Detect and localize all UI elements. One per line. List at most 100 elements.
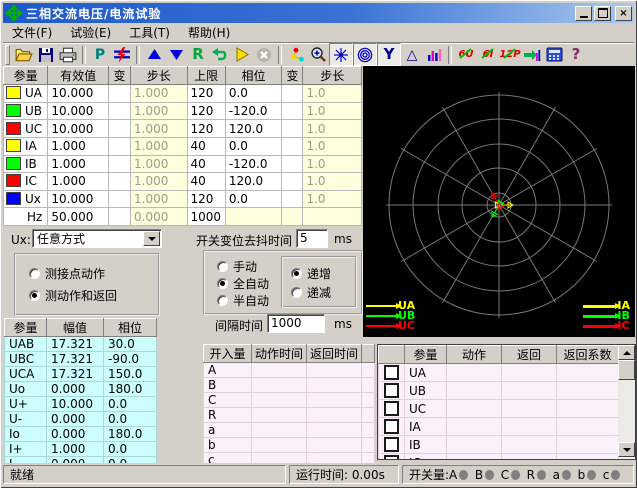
vector-diagram-button[interactable] (285, 44, 307, 65)
limit-cell[interactable]: 40 (187, 173, 225, 191)
edit-6u-button[interactable]: 6U (455, 44, 477, 65)
col-header[interactable]: 参量 (4, 67, 48, 85)
phase-cell[interactable]: -120.0 (225, 155, 281, 173)
col-header[interactable]: 步长 (303, 67, 362, 85)
checkbox[interactable] (384, 365, 399, 380)
col-header[interactable]: 上限 (187, 67, 225, 85)
phase-step-cell[interactable]: 1.0 (303, 102, 362, 120)
limit-cell[interactable]: 120 (187, 85, 225, 103)
step-cell[interactable]: 1.000 (131, 85, 187, 103)
col-header[interactable]: 动作时间 (252, 345, 307, 363)
col-header[interactable]: 返回 (502, 346, 557, 364)
checkbox[interactable] (384, 401, 399, 416)
menu-test[interactable]: 试验(E) (61, 22, 120, 43)
vary-cell[interactable] (282, 190, 303, 208)
rms-cell[interactable]: 1.000 (48, 137, 109, 155)
phase-step-cell[interactable]: 1.0 (303, 173, 362, 191)
vary-cell[interactable] (282, 173, 303, 191)
vary-cell[interactable] (108, 85, 130, 103)
export-output-button[interactable] (521, 44, 543, 65)
vary-cell[interactable] (282, 102, 303, 120)
radio-manual[interactable]: 手动 (217, 258, 257, 275)
phase-cell[interactable]: -120.0 (225, 102, 281, 120)
radio-increase[interactable]: 递增 (291, 265, 331, 282)
phase-cell[interactable]: 120.0 (225, 173, 281, 191)
vary-cell[interactable] (108, 102, 130, 120)
col-header[interactable]: 参量 (5, 319, 47, 337)
checkbox[interactable] (384, 419, 399, 434)
scroll-down-button[interactable] (618, 442, 635, 457)
checkbox[interactable] (384, 437, 399, 452)
rms-cell[interactable]: 10.000 (48, 120, 109, 138)
menu-help[interactable]: 帮助(H) (179, 22, 239, 43)
limit-cell[interactable]: 120 (187, 102, 225, 120)
step-cell[interactable]: 1.000 (131, 137, 187, 155)
vary-cell[interactable] (282, 120, 303, 138)
phase-step-cell[interactable]: 1.0 (303, 155, 362, 173)
rms-cell[interactable]: 1.000 (48, 155, 109, 173)
edit-6i-button[interactable]: 6I (477, 44, 499, 65)
radio-contact-action[interactable]: 测接点动作 (29, 265, 105, 282)
title-bar[interactable]: 三相交流电压/电流试验 × (3, 3, 634, 23)
pause-output-button[interactable]: P (89, 44, 111, 65)
scroll-thumb[interactable] (618, 360, 635, 380)
rms-cell[interactable]: 10.000 (48, 190, 109, 208)
radio-full-auto[interactable]: 全自动 (217, 275, 269, 292)
undo-button[interactable] (209, 44, 231, 65)
vary-cell[interactable] (108, 173, 130, 191)
interval-input[interactable]: 1000 (267, 314, 325, 333)
limit-cell[interactable]: 120 (187, 190, 225, 208)
rms-cell[interactable]: 50.000 (48, 208, 109, 226)
reset-button[interactable]: R (187, 44, 209, 65)
close-button[interactable]: × (615, 6, 632, 21)
menu-file[interactable]: 文件(F) (3, 22, 61, 43)
phase-step-cell[interactable]: 1.0 (303, 120, 362, 138)
wye-connection-button[interactable]: Y (377, 43, 401, 66)
col-header[interactable]: 相位 (225, 67, 281, 85)
rms-cell[interactable]: 10.000 (48, 85, 109, 103)
debounce-input[interactable]: 5 (296, 229, 328, 248)
step-cell[interactable]: 1.000 (131, 190, 187, 208)
dropdown-button[interactable] (143, 231, 160, 246)
short-circuit-button[interactable] (111, 44, 133, 65)
vary-cell[interactable] (108, 208, 130, 226)
step-cell[interactable]: 1.000 (131, 120, 187, 138)
open-file-button[interactable] (13, 44, 35, 65)
maximize-button[interactable] (594, 6, 611, 21)
menu-tools[interactable]: 工具(T) (120, 22, 179, 43)
histogram-button[interactable] (423, 44, 445, 65)
scroll-up-button[interactable] (618, 345, 635, 360)
ux-mode-select[interactable]: 任意方式 (32, 229, 162, 248)
limit-cell[interactable]: 40 (187, 137, 225, 155)
vary-cell[interactable] (108, 190, 130, 208)
phase-cell[interactable]: 0.0 (225, 85, 281, 103)
col-header[interactable]: 返回时间 (307, 345, 362, 363)
col-header[interactable]: 变 (108, 67, 130, 85)
vary-cell[interactable] (108, 155, 130, 173)
col-header[interactable]: 幅值 (47, 319, 104, 337)
flash-view-button[interactable] (329, 43, 353, 66)
phase-cell[interactable]: 0.0 (225, 190, 281, 208)
phase-cell[interactable]: 120.0 (225, 120, 281, 138)
checkbox[interactable] (384, 455, 399, 460)
print-button[interactable] (57, 44, 79, 65)
vary-cell[interactable] (108, 137, 130, 155)
help-button[interactable]: ? (565, 44, 587, 65)
vary-cell[interactable] (282, 137, 303, 155)
vary-cell[interactable] (282, 85, 303, 103)
decrease-button[interactable] (165, 44, 187, 65)
limit-cell[interactable]: 120 (187, 120, 225, 138)
zoom-button[interactable] (307, 44, 329, 65)
checkbox[interactable] (384, 383, 399, 398)
col-header[interactable]: 相位 (104, 319, 157, 337)
limit-cell[interactable]: 1000 (187, 208, 225, 226)
phase-cell[interactable]: 0.0 (225, 137, 281, 155)
col-header[interactable]: 返回系数 (557, 346, 619, 364)
rms-cell[interactable]: 10.000 (48, 102, 109, 120)
radio-semi-auto[interactable]: 半自动 (217, 292, 269, 309)
stop-test-button[interactable] (253, 44, 275, 65)
vary-cell[interactable] (108, 120, 130, 138)
delta-connection-button[interactable]: △ (401, 44, 423, 65)
phase-step-cell[interactable]: 1.0 (303, 85, 362, 103)
vary-cell[interactable] (282, 155, 303, 173)
